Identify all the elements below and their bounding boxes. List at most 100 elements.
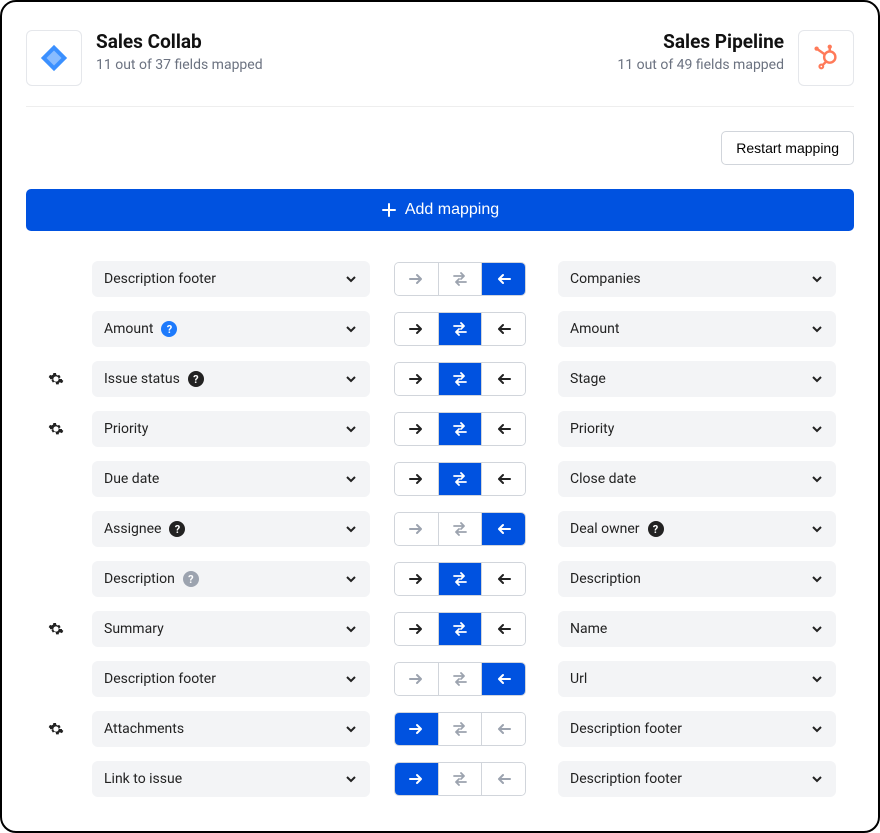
direction-both-button[interactable]: [438, 613, 482, 645]
direction-toggle: [394, 512, 526, 546]
direction-right-button[interactable]: [395, 563, 438, 595]
chevron-down-icon: [344, 422, 358, 436]
help-icon[interactable]: ?: [648, 521, 664, 537]
help-icon[interactable]: ?: [169, 521, 185, 537]
source-field-select[interactable]: Assignee?: [92, 511, 370, 547]
direction-right-button[interactable]: [395, 463, 438, 495]
direction-right-button[interactable]: [395, 713, 438, 745]
direction-both-button[interactable]: [438, 363, 482, 395]
gear-slot[interactable]: [44, 621, 68, 637]
source-field-select[interactable]: Description?: [92, 561, 370, 597]
source-field-select[interactable]: Summary: [92, 611, 370, 647]
source-field-select[interactable]: Due date: [92, 461, 370, 497]
target-field-select[interactable]: Description footer: [558, 711, 836, 747]
add-mapping-label: Add mapping: [405, 201, 499, 219]
direction-right-button[interactable]: [395, 413, 438, 445]
mapping-row: Issue status? Stage: [44, 361, 836, 397]
chevron-down-icon: [344, 772, 358, 786]
source-app-title: Sales Collab: [96, 30, 263, 53]
direction-both-button[interactable]: [438, 463, 482, 495]
direction-right-button[interactable]: [395, 513, 438, 545]
target-app-block: Sales Pipeline 11 out of 49 fields mappe…: [617, 30, 854, 86]
chevron-down-icon: [810, 572, 824, 586]
target-field-select[interactable]: Url: [558, 661, 836, 697]
direction-left-button[interactable]: [481, 263, 525, 295]
source-field-label: Attachments: [104, 721, 184, 737]
chevron-down-icon: [344, 572, 358, 586]
direction-both-button[interactable]: [438, 713, 482, 745]
source-field-select[interactable]: Amount?: [92, 311, 370, 347]
source-field-select[interactable]: Link to issue: [92, 761, 370, 797]
source-field-label: Description: [104, 571, 175, 587]
mapping-row: Description footer Companies: [44, 261, 836, 297]
source-field-select[interactable]: Attachments: [92, 711, 370, 747]
direction-left-button[interactable]: [481, 513, 525, 545]
target-field-select[interactable]: Amount: [558, 311, 836, 347]
source-field-label: Description footer: [104, 271, 216, 287]
source-field-select[interactable]: Priority: [92, 411, 370, 447]
target-field-label: Companies: [570, 271, 641, 287]
target-field-label: Description footer: [570, 771, 682, 787]
direction-toggle: [394, 362, 526, 396]
chevron-down-icon: [810, 722, 824, 736]
direction-toggle: [394, 662, 526, 696]
direction-left-button[interactable]: [481, 563, 525, 595]
target-field-select[interactable]: Priority: [558, 411, 836, 447]
help-icon[interactable]: ?: [188, 371, 204, 387]
gear-slot[interactable]: [44, 421, 68, 437]
add-mapping-button[interactable]: Add mapping: [26, 189, 854, 231]
chevron-down-icon: [810, 622, 824, 636]
direction-left-button[interactable]: [481, 713, 525, 745]
direction-left-button[interactable]: [481, 463, 525, 495]
chevron-down-icon: [810, 372, 824, 386]
direction-right-button[interactable]: [395, 663, 438, 695]
direction-toggle: [394, 612, 526, 646]
direction-toggle: [394, 262, 526, 296]
direction-left-button[interactable]: [481, 363, 525, 395]
chevron-down-icon: [810, 272, 824, 286]
help-icon[interactable]: ?: [183, 571, 199, 587]
direction-both-button[interactable]: [438, 513, 482, 545]
direction-right-button[interactable]: [395, 763, 438, 795]
direction-both-button[interactable]: [438, 663, 482, 695]
direction-right-button[interactable]: [395, 263, 438, 295]
mapping-row: Assignee? Deal owner?: [44, 511, 836, 547]
mapping-row: Link to issue Description footer: [44, 761, 836, 797]
direction-left-button[interactable]: [481, 413, 525, 445]
direction-left-button[interactable]: [481, 663, 525, 695]
target-field-select[interactable]: Close date: [558, 461, 836, 497]
direction-both-button[interactable]: [438, 763, 482, 795]
chevron-down-icon: [810, 422, 824, 436]
direction-both-button[interactable]: [438, 313, 482, 345]
chevron-down-icon: [344, 372, 358, 386]
target-field-select[interactable]: Deal owner?: [558, 511, 836, 547]
direction-left-button[interactable]: [481, 763, 525, 795]
direction-right-button[interactable]: [395, 363, 438, 395]
direction-both-button[interactable]: [438, 413, 482, 445]
target-field-select[interactable]: Companies: [558, 261, 836, 297]
gear-icon: [48, 421, 64, 437]
direction-both-button[interactable]: [438, 563, 482, 595]
mapping-row: Priority Priority: [44, 411, 836, 447]
direction-right-button[interactable]: [395, 613, 438, 645]
target-field-select[interactable]: Description footer: [558, 761, 836, 797]
direction-left-button[interactable]: [481, 613, 525, 645]
source-field-select[interactable]: Description footer: [92, 661, 370, 697]
source-field-label: Summary: [104, 621, 164, 637]
direction-toggle: [394, 562, 526, 596]
source-field-select[interactable]: Description footer: [92, 261, 370, 297]
target-field-select[interactable]: Stage: [558, 361, 836, 397]
direction-left-button[interactable]: [481, 313, 525, 345]
direction-right-button[interactable]: [395, 313, 438, 345]
help-icon[interactable]: ?: [161, 321, 177, 337]
target-field-label: Close date: [570, 471, 636, 487]
restart-mapping-button[interactable]: Restart mapping: [721, 131, 854, 165]
gear-icon: [48, 721, 64, 737]
direction-both-button[interactable]: [438, 263, 482, 295]
gear-slot[interactable]: [44, 371, 68, 387]
source-field-select[interactable]: Issue status?: [92, 361, 370, 397]
target-field-select[interactable]: Name: [558, 611, 836, 647]
direction-toggle: [394, 762, 526, 796]
target-field-select[interactable]: Description: [558, 561, 836, 597]
gear-slot[interactable]: [44, 721, 68, 737]
